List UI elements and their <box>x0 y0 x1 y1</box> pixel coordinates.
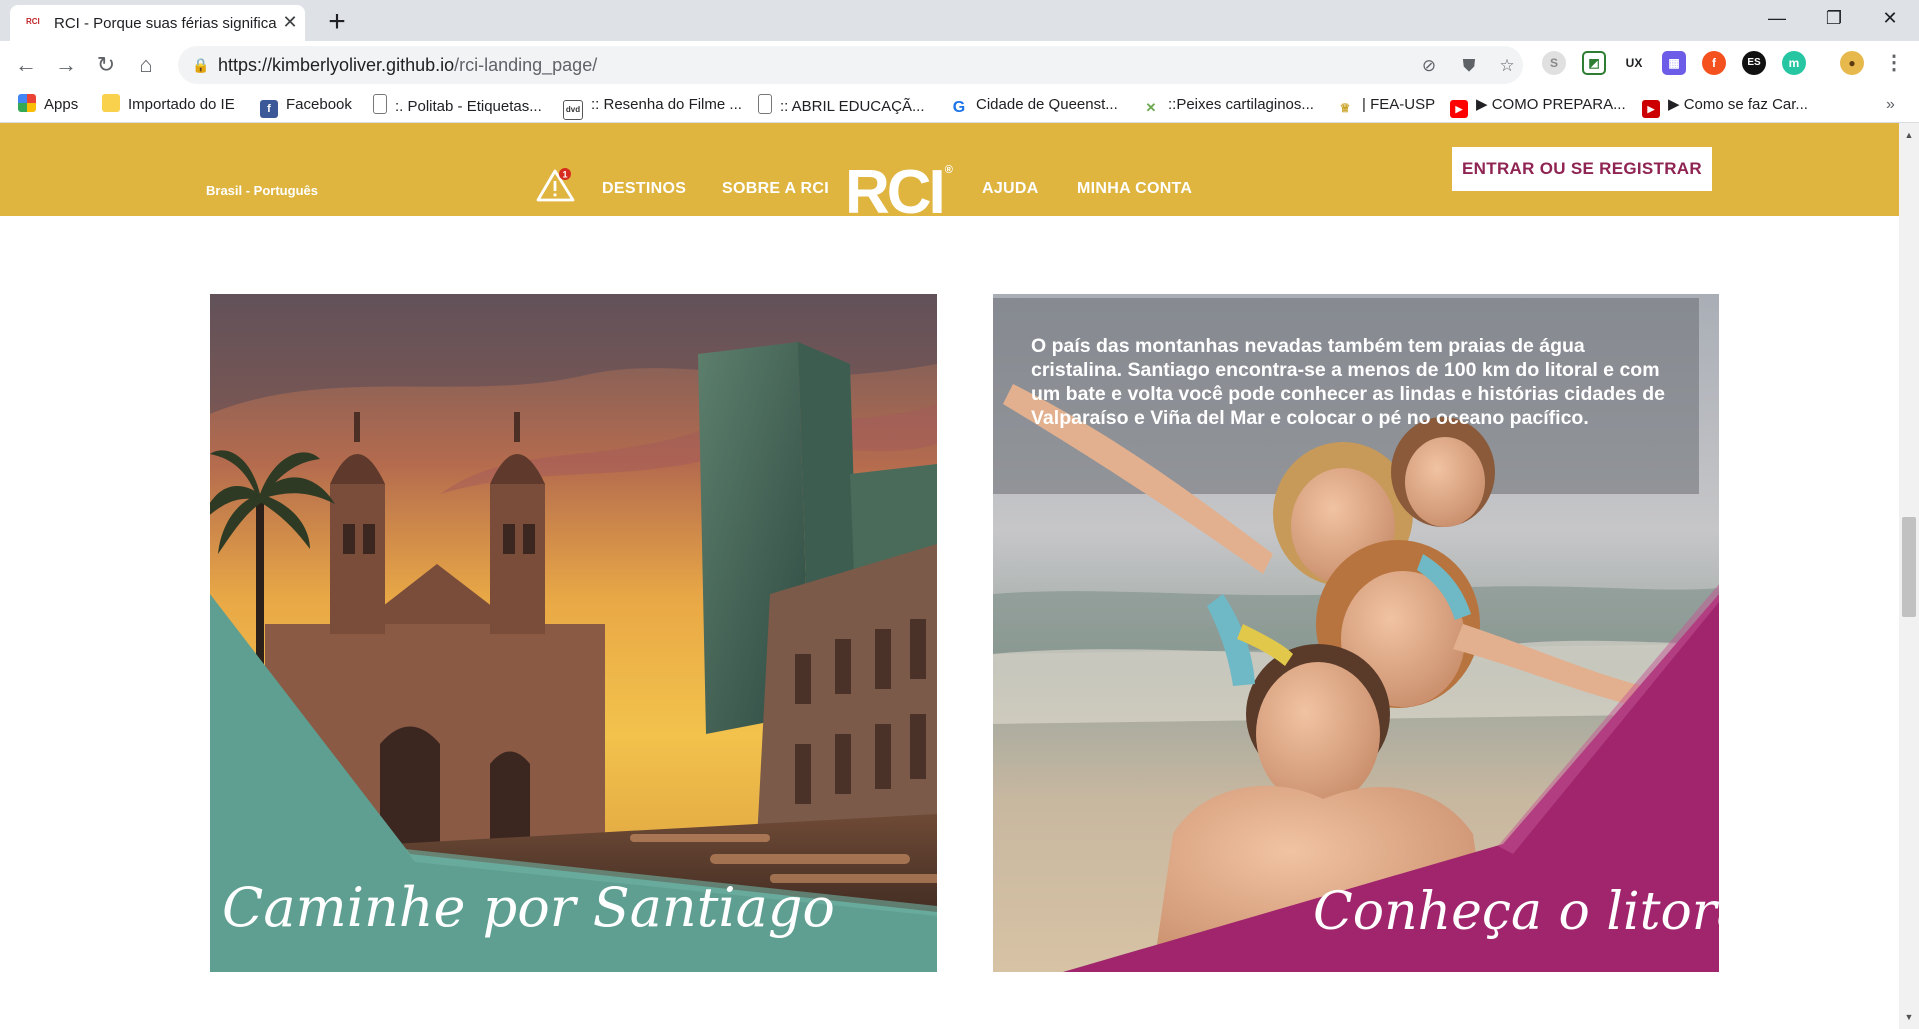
minimize-window-button[interactable]: — <box>1753 2 1801 34</box>
color-extension-icon[interactable]: ▦ <box>1662 51 1686 75</box>
shield-icon[interactable]: ⛊ <box>1458 55 1480 77</box>
new-tab-button[interactable]: + <box>318 4 356 42</box>
forward-arrow-icon[interactable]: → <box>50 49 82 81</box>
bookmarks-bar: Apps Importado do IE f Facebook :. Polita… <box>0 88 1919 123</box>
home-icon[interactable]: ⌂ <box>130 49 162 81</box>
bookmark-star-icon[interactable]: ☆ <box>1496 55 1518 77</box>
bookmark-abril[interactable]: :: ABRIL EDUCAÇÃ... <box>758 94 925 116</box>
login-register-button[interactable]: ENTRAR OU SE REGISTRAR <box>1452 147 1712 191</box>
browser-tab[interactable]: RCI RCI - Porque suas férias significa ✕ <box>10 5 305 41</box>
youtube-icon: ▶ <box>1450 100 1468 118</box>
restore-window-button[interactable]: ❐ <box>1810 2 1858 34</box>
browser-tab-strip: RCI RCI - Porque suas férias significa ✕… <box>0 0 1919 41</box>
site-header: Brasil - Português 1 DESTINOS SOBRE A RC… <box>0 123 1899 224</box>
menu-dots-icon[interactable]: ⋮ <box>1882 51 1906 75</box>
bookmark-folder-ie[interactable]: Importado do IE <box>102 94 235 116</box>
santiago-card[interactable]: Caminhe por Santiago <box>210 294 937 972</box>
bookmark-politab[interactable]: :. Politab - Etiquetas... <box>373 94 542 116</box>
youtube-icon: ▶ <box>1642 100 1660 118</box>
nav-sobre-a-rci[interactable]: SOBRE A RCI <box>722 180 829 198</box>
close-tab-icon[interactable]: ✕ <box>280 12 300 32</box>
nav-minha-conta[interactable]: MINHA CONTA <box>1077 180 1192 198</box>
es-extension-icon[interactable]: ES <box>1742 51 1766 75</box>
bookmark-como-prepara[interactable]: ▶ ▶ COMO PREPARA... <box>1450 94 1626 118</box>
m-extension-icon[interactable]: m <box>1782 51 1806 75</box>
reload-icon[interactable]: ↻ <box>90 49 122 81</box>
pacific-card-description: O país das montanhas nevadas também tem … <box>1031 335 1665 429</box>
google-icon: G <box>950 99 968 117</box>
flash-extension-icon[interactable]: f <box>1702 51 1726 75</box>
santiago-card-caption: Caminhe por Santiago <box>222 876 835 939</box>
bookmark-facebook[interactable]: f Facebook <box>260 94 352 118</box>
locale-selector[interactable]: Brasil - Português <box>206 183 318 198</box>
bookmark-resenha[interactable]: dvd:: Resenha do Filme ... <box>563 94 742 120</box>
fea-icon: ♕ <box>1336 99 1354 117</box>
browser-toolbar: ← → ↻ ⌂ 🔒 https://kimberlyoliver.github.… <box>0 41 1919 88</box>
page-icon <box>373 94 387 114</box>
bookmark-queenstown[interactable]: G Cidade de Queenst... <box>950 94 1118 117</box>
lock-icon[interactable]: 🔒 <box>192 57 209 73</box>
pocket-extension-icon[interactable]: ◩ <box>1582 51 1606 75</box>
bookmark-fea-usp[interactable]: ♕ | FEA-USP <box>1336 94 1435 117</box>
tab-title: RCI - Porque suas férias significa <box>54 15 277 32</box>
scrollbar-thumb[interactable] <box>1902 517 1916 617</box>
page-scrollbar[interactable]: ▲ ▼ <box>1899 123 1919 1029</box>
pacific-card-caption: Conheça o litoral do Pacífico <box>1313 882 1719 942</box>
scroll-down-icon[interactable]: ▼ <box>1903 1011 1915 1023</box>
apps-grid-icon <box>18 94 36 112</box>
santiago-photo <box>210 294 937 972</box>
alert-count-badge: 1 <box>562 169 567 179</box>
bookmark-peixes[interactable]: ✕::Peixes cartilaginos... <box>1142 94 1314 117</box>
url-text[interactable]: https://kimberlyoliver.github.io/rci-lan… <box>218 55 1218 75</box>
profile-avatar[interactable]: ● <box>1840 51 1864 75</box>
page-icon <box>758 94 772 114</box>
address-bar[interactable]: 🔒 https://kimberlyoliver.github.io/rci-l… <box>178 46 1523 84</box>
bookmark-como-se-faz[interactable]: ▶ ▶ Como se faz Car... <box>1642 94 1808 118</box>
skype-extension-icon[interactable]: S <box>1542 51 1566 75</box>
nav-ajuda[interactable]: AJUDA <box>982 180 1039 198</box>
close-window-button[interactable]: ✕ <box>1866 2 1914 34</box>
pacific-card[interactable]: O país das montanhas nevadas também tem … <box>993 294 1719 972</box>
rci-logo[interactable]: RCI ® <box>845 139 965 224</box>
bookmarks-overflow-button[interactable]: » <box>1886 94 1895 116</box>
folder-icon <box>102 94 120 112</box>
scroll-up-icon[interactable]: ▲ <box>1903 129 1915 141</box>
cookie-blocked-icon[interactable]: ⊘ <box>1418 55 1440 77</box>
ux-extension-icon[interactable]: UX <box>1622 51 1646 75</box>
page-icon: dvd <box>563 100 583 120</box>
back-arrow-icon[interactable]: ← <box>10 49 42 81</box>
rci-favicon-icon: RCI <box>26 17 40 26</box>
facebook-icon: f <box>260 100 278 118</box>
alert-warning-icon[interactable]: 1 <box>536 167 578 203</box>
bookmark-apps[interactable]: Apps <box>18 94 78 116</box>
nav-destinos[interactable]: DESTINOS <box>602 180 686 198</box>
fish-icon: ✕ <box>1142 99 1160 117</box>
